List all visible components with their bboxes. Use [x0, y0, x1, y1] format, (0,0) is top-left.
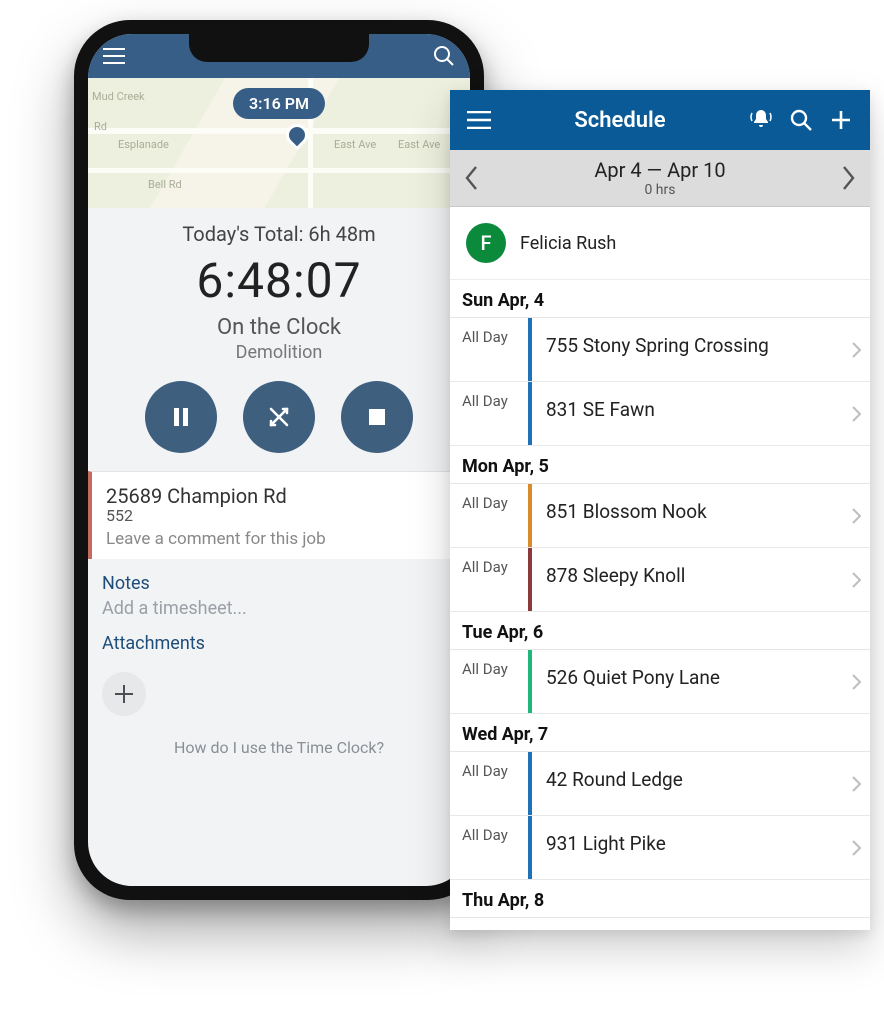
event-time: All Day [450, 382, 528, 445]
schedule-event-row[interactable]: All Day851 Blossom Nook [450, 484, 870, 548]
map-area[interactable]: Mud Creek Esplanade Bell Rd East Ave Eas… [88, 78, 470, 208]
job-comment-placeholder[interactable]: Leave a comment for this job [106, 529, 456, 549]
chevron-right-icon [842, 318, 870, 381]
menu-icon[interactable] [102, 44, 126, 68]
user-name: Felicia Rush [520, 233, 616, 254]
chevron-right-icon [842, 752, 870, 815]
schedule-event-row[interactable]: All Day931 Light Pike [450, 816, 870, 880]
attachments-header: Attachments [102, 633, 456, 654]
clock-controls [88, 381, 470, 471]
event-title: 755 Stony Spring Crossing [532, 318, 842, 381]
event-time: All Day [450, 548, 528, 611]
pause-button[interactable] [145, 381, 217, 453]
add-icon[interactable] [826, 105, 856, 135]
attachments-section: Attachments [88, 625, 470, 664]
phone-screen: Mud Creek Esplanade Bell Rd East Ave Eas… [88, 34, 470, 886]
event-time: All Day [450, 816, 528, 879]
prev-week-button[interactable] [464, 165, 480, 191]
date-range-label: Apr 4 — Apr 10 [594, 158, 725, 182]
today-total-label: Today's Total: 6h 48m [98, 222, 460, 246]
event-time: All Day [450, 752, 528, 815]
switch-button[interactable] [243, 381, 315, 453]
event-title: 931 Light Pike [532, 816, 842, 879]
job-number: 552 [106, 506, 456, 525]
date-range-hours: 0 hrs [594, 182, 725, 198]
clock-status: On the Clock [98, 315, 460, 340]
user-row[interactable]: F Felicia Rush [450, 207, 870, 280]
schedule-event-row[interactable]: All Day755 Stony Spring Crossing [450, 318, 870, 382]
event-title: 831 SE Fawn [532, 382, 842, 445]
map-label: Esplanade [118, 138, 169, 151]
menu-icon[interactable] [464, 105, 494, 135]
help-link[interactable]: How do I use the Time Clock? [88, 738, 470, 757]
search-icon[interactable] [432, 44, 456, 68]
schedule-event-row[interactable]: All Day42 Round Ledge [450, 752, 870, 816]
chevron-right-icon [842, 548, 870, 611]
notes-header: Notes [102, 573, 456, 594]
time-summary: Today's Total: 6h 48m 6:48:07 On the Clo… [88, 208, 470, 369]
chevron-right-icon [842, 816, 870, 879]
map-label: Mud Creek [92, 90, 145, 103]
schedule-event-row[interactable]: All Day831 SE Fawn [450, 382, 870, 446]
event-title: 526 Quiet Pony Lane [532, 650, 842, 713]
day-header: Tue Apr, 6 [450, 612, 870, 650]
event-title: 851 Blossom Nook [532, 484, 842, 547]
map-label: Rd [94, 120, 107, 133]
schedule-event-row[interactable]: All Day526 Quiet Pony Lane [450, 650, 870, 714]
next-week-button[interactable] [840, 165, 856, 191]
day-header: Sun Apr, 4 [450, 280, 870, 318]
map-time-pill: 3:16 PM [233, 88, 325, 119]
schedule-panel: Schedule Apr 4 — Apr 10 0 hrs F Felic [450, 90, 870, 930]
phone-frame: Mud Creek Esplanade Bell Rd East Ave Eas… [74, 20, 484, 900]
map-label: East Ave [334, 138, 376, 151]
day-header: Mon Apr, 5 [450, 446, 870, 484]
notes-section: Notes Add a timesheet... [88, 559, 470, 625]
add-attachment-button[interactable] [102, 672, 146, 716]
phone-notch [189, 34, 369, 62]
current-task: Demolition [98, 342, 460, 363]
schedule-title: Schedule [504, 108, 736, 133]
schedule-navbar: Schedule [450, 90, 870, 150]
chevron-right-icon [842, 650, 870, 713]
day-header: Wed Apr, 7 [450, 714, 870, 752]
chevron-right-icon [842, 484, 870, 547]
elapsed-time: 6:48:07 [98, 252, 460, 309]
map-label: East Ave [398, 138, 440, 151]
day-header: Thu Apr, 8 [450, 880, 870, 918]
schedule-event-row[interactable]: All Day878 Sleepy Knoll [450, 548, 870, 612]
avatar: F [466, 223, 506, 263]
bell-icon[interactable] [746, 105, 776, 135]
job-card[interactable]: 25689 Champion Rd 552 Leave a comment fo… [88, 471, 470, 559]
search-icon[interactable] [786, 105, 816, 135]
date-range-bar: Apr 4 — Apr 10 0 hrs [450, 150, 870, 207]
event-title: 878 Sleepy Knoll [532, 548, 842, 611]
map-label: Bell Rd [148, 178, 182, 191]
event-time: All Day [450, 318, 528, 381]
notes-add-placeholder[interactable]: Add a timesheet... [102, 598, 456, 619]
job-address: 25689 Champion Rd [106, 484, 456, 508]
stop-button[interactable] [341, 381, 413, 453]
event-title: 42 Round Ledge [532, 752, 842, 815]
chevron-right-icon [842, 382, 870, 445]
event-time: All Day [450, 484, 528, 547]
event-time: All Day [450, 650, 528, 713]
